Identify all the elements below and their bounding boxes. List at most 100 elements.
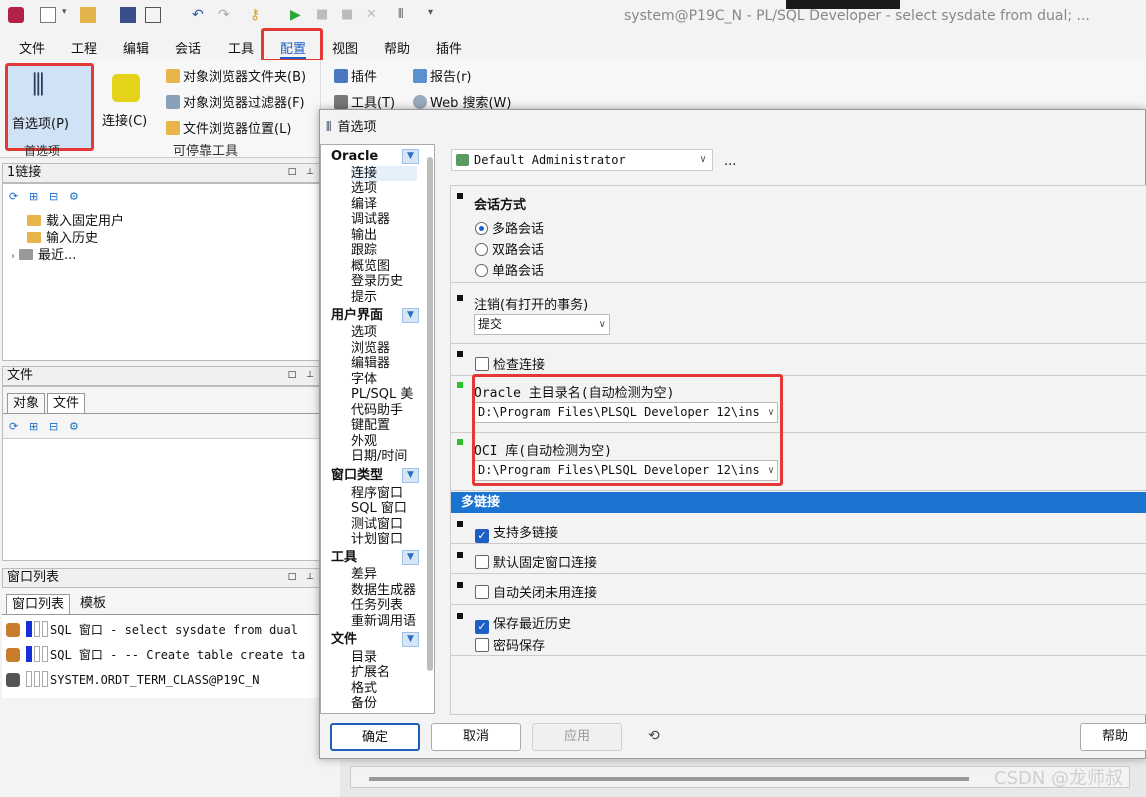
nav-item-trace[interactable]: 跟踪: [351, 243, 377, 258]
execute-icon[interactable]: ▶: [290, 7, 306, 23]
reset-icon[interactable]: ⟲: [648, 728, 660, 744]
remove-icon[interactable]: ⊟: [49, 190, 58, 203]
nav-item-key-config[interactable]: 键配置: [351, 418, 390, 433]
nav-item-fonts[interactable]: 字体: [351, 372, 377, 387]
maximize-icon[interactable]: □: [287, 572, 297, 582]
support-multi-checkbox[interactable]: ✓ 支持多链接: [475, 522, 558, 543]
menu-session[interactable]: 会话: [175, 38, 201, 57]
nav-item-backup[interactable]: 备份: [351, 696, 377, 711]
lock-icon[interactable]: ■: [316, 7, 332, 23]
chevron-down-icon[interactable]: ▼: [402, 468, 419, 483]
tab-files[interactable]: 文件: [47, 393, 86, 413]
help-button[interactable]: 帮助: [1080, 723, 1146, 751]
radio-dual-session[interactable]: 双路会话: [475, 239, 544, 258]
nav-item-extensions[interactable]: 扩展名: [351, 665, 390, 680]
rollback-icon[interactable]: ✕: [366, 7, 382, 23]
pin-icon[interactable]: ⊥: [305, 167, 315, 177]
nav-item-task-list[interactable]: 任务列表: [351, 598, 403, 613]
menu-view[interactable]: 视图: [332, 38, 358, 57]
pin-icon[interactable]: ⊥: [305, 572, 315, 582]
nav-group-window-types[interactable]: 窗口类型 ▼: [323, 467, 419, 484]
check-connection-checkbox[interactable]: 检查连接: [475, 354, 545, 373]
nav-item-browser[interactable]: 浏览器: [351, 341, 390, 356]
nav-item-hints[interactable]: 提示: [351, 290, 377, 305]
nav-scrollbar[interactable]: [427, 157, 433, 671]
nav-item-datetime[interactable]: 日期/时间: [351, 449, 407, 464]
nav-item-recall-statement[interactable]: 重新调用语: [351, 614, 416, 629]
remove-icon[interactable]: ⊟: [49, 420, 58, 433]
nav-item-options[interactable]: 选项: [351, 181, 377, 196]
new-icon[interactable]: [40, 7, 56, 23]
nav-item-plan-window[interactable]: 计划窗口: [351, 532, 403, 547]
nav-group-ui[interactable]: 用户界面 ▼: [323, 307, 419, 324]
nav-item-editor[interactable]: 编辑器: [351, 356, 390, 371]
default-fixed-checkbox[interactable]: 默认固定窗口连接: [475, 552, 597, 571]
sliders-icon[interactable]: ⫴: [398, 7, 414, 23]
radio-single-session[interactable]: 单路会话: [475, 260, 544, 279]
menu-edit[interactable]: 编辑: [123, 38, 149, 57]
list-item[interactable]: SYSTEM.ORDT_TERM_CLASS@P19C_N: [6, 671, 260, 687]
nav-item-connection[interactable]: 连接: [351, 166, 417, 181]
logoff-select[interactable]: 提交 ∨: [474, 314, 610, 335]
maximize-icon[interactable]: □: [287, 167, 297, 177]
tab-window-list[interactable]: 窗口列表: [6, 594, 71, 614]
print-icon[interactable]: [145, 7, 161, 23]
list-item[interactable]: SQL 窗口 - -- Create table create ta: [6, 646, 305, 663]
nav-item-plsql-beautifier[interactable]: PL/SQL 美: [351, 387, 413, 402]
tab-objects[interactable]: 对象: [7, 393, 46, 413]
file-browser-location-button[interactable]: 文件浏览器位置(L): [166, 118, 291, 137]
nav-item-code-assistant[interactable]: 代码助手: [351, 403, 403, 418]
undo-icon[interactable]: ↶: [192, 7, 208, 23]
cancel-button[interactable]: 取消: [431, 723, 521, 751]
pin-icon[interactable]: ⊥: [305, 370, 315, 380]
nav-item-ui-options[interactable]: 选项: [351, 325, 377, 340]
nav-item-program-window[interactable]: 程序窗口: [351, 486, 403, 501]
commit-icon[interactable]: ■: [341, 7, 357, 23]
auto-close-checkbox[interactable]: 自动关闭未用连接: [475, 582, 597, 601]
open-folder-icon[interactable]: [80, 7, 96, 23]
nav-group-files[interactable]: 文件 ▼: [323, 631, 419, 648]
menu-plugins[interactable]: 插件: [436, 38, 462, 57]
menu-file[interactable]: 文件: [19, 38, 45, 57]
save-icon[interactable]: [120, 7, 136, 23]
chevron-down-icon[interactable]: ▾: [62, 7, 78, 23]
obj-browser-folder-button[interactable]: 对象浏览器文件夹(B): [166, 66, 306, 85]
tree-item-recent[interactable]: › 最近...: [11, 244, 76, 263]
nav-item-debugger[interactable]: 调试器: [351, 212, 390, 227]
save-history-checkbox[interactable]: ✓ 保存最近历史: [475, 613, 571, 634]
save-password-checkbox[interactable]: 密码保存: [475, 635, 545, 654]
profile-select[interactable]: Default Administrator ∨: [451, 149, 713, 171]
nav-item-logon-history[interactable]: 登录历史: [351, 274, 403, 289]
ok-button[interactable]: 确定: [330, 723, 420, 751]
plugins-button[interactable]: 插件: [334, 66, 377, 85]
refresh-icon[interactable]: ⟳: [9, 420, 18, 433]
nav-item-sql-window[interactable]: SQL 窗口: [351, 501, 407, 516]
tab-templates[interactable]: 模板: [75, 594, 111, 614]
chevron-down-icon[interactable]: ▼: [402, 632, 419, 647]
nav-item-appearance[interactable]: 外观: [351, 434, 377, 449]
apply-button[interactable]: 应用: [532, 723, 622, 751]
menu-help[interactable]: 帮助: [384, 38, 410, 57]
nav-item-diff[interactable]: 差异: [351, 567, 377, 582]
obj-browser-filter-button[interactable]: 对象浏览器过滤器(F): [166, 92, 305, 111]
connect-button[interactable]: 连接(C): [98, 68, 154, 138]
chevron-down-icon[interactable]: ▼: [402, 308, 419, 323]
menu-project[interactable]: 工程: [71, 38, 97, 57]
nav-item-overview[interactable]: 概览图: [351, 259, 390, 274]
nav-item-output[interactable]: 输出: [351, 228, 377, 243]
folder-settings-icon[interactable]: ⚙: [69, 190, 79, 203]
reports-button[interactable]: 报告(r): [413, 66, 472, 85]
chevron-down-icon[interactable]: ▼: [402, 550, 419, 565]
key-icon[interactable]: ⚷: [250, 7, 266, 23]
nav-item-compile[interactable]: 编译: [351, 197, 377, 212]
profile-more-button[interactable]: ...: [724, 154, 736, 169]
maximize-icon[interactable]: □: [287, 370, 297, 380]
refresh-icon[interactable]: ⟳: [9, 190, 18, 203]
list-item[interactable]: SQL 窗口 - select sysdate from dual: [6, 621, 298, 638]
radio-multi-session[interactable]: 多路会话: [475, 218, 544, 237]
nav-group-tools[interactable]: 工具 ▼: [323, 549, 419, 566]
nav-group-oracle[interactable]: Oracle ▼: [323, 148, 419, 165]
add-icon[interactable]: ⊞: [29, 190, 38, 203]
chevron-down-icon[interactable]: ▼: [402, 149, 419, 164]
redo-icon[interactable]: ↷: [218, 7, 234, 23]
